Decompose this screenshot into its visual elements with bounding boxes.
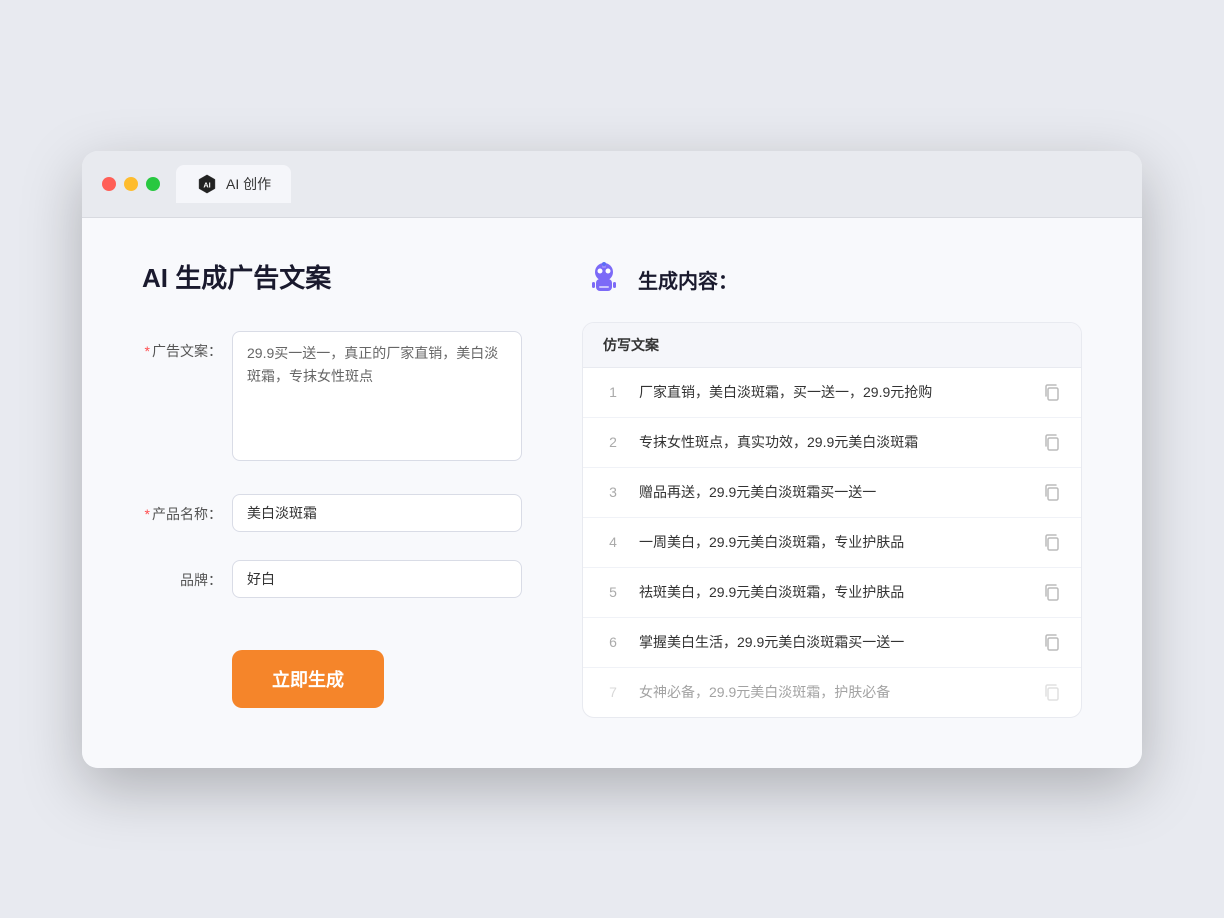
result-num: 1 [603, 384, 623, 400]
result-item: 5 祛斑美白，29.9元美白淡斑霜，专业护肤品 [583, 568, 1081, 618]
result-item: 7 女神必备，29.9元美白淡斑霜，护肤必备 [583, 668, 1081, 717]
result-num: 7 [603, 684, 623, 700]
result-text: 一周美白，29.9元美白淡斑霜，专业护肤品 [639, 532, 1027, 553]
result-num: 2 [603, 434, 623, 450]
brand-wrap [232, 560, 522, 598]
right-title: 生成内容： [638, 265, 738, 294]
tab-label: AI 创作 [226, 174, 271, 194]
result-item: 6 掌握美白生活，29.9元美白淡斑霜买一送一 [583, 618, 1081, 668]
browser-content: AI 生成广告文案 *广告文案： 29.9买一送一，真正的厂家直销，美白淡斑霜，… [82, 218, 1142, 768]
brand-input[interactable] [232, 560, 522, 598]
minimize-button[interactable] [124, 177, 138, 191]
right-panel: 生成内容： 仿写文案 1 厂家直销，美白淡斑霜，买一送一，29.9元抢购 2 专… [582, 258, 1082, 718]
result-item: 1 厂家直销，美白淡斑霜，买一送一，29.9元抢购 [583, 368, 1081, 418]
copy-icon[interactable] [1043, 683, 1061, 701]
result-num: 5 [603, 584, 623, 600]
browser-window: AI AI 创作 AI 生成广告文案 *广告文案： 29.9买一送一，真正的厂家… [82, 151, 1142, 768]
result-num: 4 [603, 534, 623, 550]
ai-tab[interactable]: AI AI 创作 [176, 165, 291, 203]
ad-copy-label: *广告文案： [142, 331, 222, 361]
copy-icon[interactable] [1043, 433, 1061, 451]
copy-icon[interactable] [1043, 633, 1061, 651]
result-item: 3 赠品再送，29.9元美白淡斑霜买一送一 [583, 468, 1081, 518]
result-num: 6 [603, 634, 623, 650]
copy-icon[interactable] [1043, 383, 1061, 401]
product-name-wrap [232, 494, 522, 532]
brand-group: 品牌： [142, 560, 522, 598]
ad-copy-wrap: 29.9买一送一，真正的厂家直销，美白淡斑霜，专抹女性斑点 [232, 331, 522, 466]
result-item: 2 专抹女性斑点，真实功效，29.9元美白淡斑霜 [583, 418, 1081, 468]
result-item: 4 一周美白，29.9元美白淡斑霜，专业护肤品 [583, 518, 1081, 568]
copy-icon[interactable] [1043, 533, 1061, 551]
ad-copy-required: * [145, 343, 150, 359]
browser-titlebar: AI AI 创作 [82, 151, 1142, 218]
close-button[interactable] [102, 177, 116, 191]
robot-icon [582, 258, 626, 302]
copy-icon[interactable] [1043, 483, 1061, 501]
result-text: 祛斑美白，29.9元美白淡斑霜，专业护肤品 [639, 582, 1027, 603]
result-text: 专抹女性斑点，真实功效，29.9元美白淡斑霜 [639, 432, 1027, 453]
ad-copy-group: *广告文案： 29.9买一送一，真正的厂家直销，美白淡斑霜，专抹女性斑点 [142, 331, 522, 466]
result-text: 女神必备，29.9元美白淡斑霜，护肤必备 [639, 682, 1027, 703]
result-text: 赠品再送，29.9元美白淡斑霜买一送一 [639, 482, 1027, 503]
product-name-group: *产品名称： [142, 494, 522, 532]
brand-label: 品牌： [142, 560, 222, 590]
right-header: 生成内容： [582, 258, 1082, 302]
left-panel: AI 生成广告文案 *广告文案： 29.9买一送一，真正的厂家直销，美白淡斑霜，… [142, 258, 522, 718]
generate-button[interactable]: 立即生成 [232, 650, 384, 708]
result-text: 掌握美白生活，29.9元美白淡斑霜买一送一 [639, 632, 1027, 653]
page-title: AI 生成广告文案 [142, 258, 522, 295]
result-card: 仿写文案 1 厂家直销，美白淡斑霜，买一送一，29.9元抢购 2 专抹女性斑点，… [582, 322, 1082, 718]
maximize-button[interactable] [146, 177, 160, 191]
copy-icon[interactable] [1043, 583, 1061, 601]
result-text: 厂家直销，美白淡斑霜，买一送一，29.9元抢购 [639, 382, 1027, 403]
result-card-header: 仿写文案 [583, 323, 1081, 368]
traffic-lights [102, 177, 160, 191]
product-name-input[interactable] [232, 494, 522, 532]
ai-tab-icon: AI [196, 173, 218, 195]
product-name-label: *产品名称： [142, 494, 222, 524]
svg-text:AI: AI [203, 180, 210, 189]
result-num: 3 [603, 484, 623, 500]
product-name-required: * [145, 506, 150, 522]
ad-copy-input[interactable]: 29.9买一送一，真正的厂家直销，美白淡斑霜，专抹女性斑点 [232, 331, 522, 461]
result-list: 1 厂家直销，美白淡斑霜，买一送一，29.9元抢购 2 专抹女性斑点，真实功效，… [583, 368, 1081, 717]
